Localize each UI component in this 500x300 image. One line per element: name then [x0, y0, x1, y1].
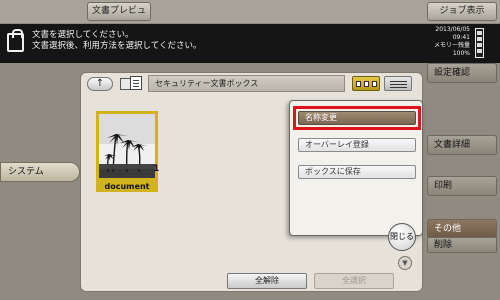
- select-all-button: 全選択: [314, 273, 394, 289]
- message-line-2: 文書選択後、利用方法を選択してください。: [32, 41, 202, 51]
- box-name-field: セキュリティー文書ボックス: [148, 75, 345, 92]
- memory-value: 100%: [452, 50, 470, 57]
- memory-gauge-icon: [475, 28, 484, 58]
- system-tab[interactable]: システム: [0, 162, 80, 182]
- print-button[interactable]: 印刷: [427, 176, 497, 196]
- delete-button[interactable]: 削除: [427, 237, 497, 253]
- scroll-down-icon[interactable]: ▼: [398, 256, 412, 270]
- save-to-box-button[interactable]: ボックスに保存: [298, 165, 416, 179]
- document-details-button[interactable]: 文書詳細: [427, 135, 497, 155]
- document-item[interactable]: document: [96, 111, 158, 192]
- document-name: document: [96, 181, 158, 192]
- other-button[interactable]: その他: [427, 219, 497, 239]
- status-date: 2013/06/05: [435, 26, 470, 33]
- document-preview-tab[interactable]: 文書プレビュー: [87, 2, 151, 33]
- list-view-icon[interactable]: [384, 76, 412, 91]
- thumbnail-view-icon[interactable]: [352, 76, 380, 91]
- palm-trees-image: [99, 114, 155, 178]
- message-bar: 文書を選択してください。 文書選択後、利用方法を選択してください。 2013/0…: [0, 24, 500, 63]
- document-count: 1: [153, 164, 160, 174]
- settings-confirm-button[interactable]: 設定確認: [427, 63, 497, 83]
- overlay-register-button[interactable]: オーバーレイ登録: [298, 138, 416, 152]
- release-all-button[interactable]: 全解除: [227, 273, 307, 289]
- lock-icon: [7, 29, 24, 52]
- top-bar: 文書プレビュー ジョブ表示: [0, 0, 500, 33]
- status-panel: 2013/06/05 09:41 メモリー残量 100%: [425, 26, 470, 58]
- box-documents-icon: [118, 76, 144, 91]
- other-menu-popup: 名称変更 オーバーレイ登録 ボックスに保存 閉じる: [289, 100, 423, 251]
- memory-label: メモリー残量: [433, 42, 470, 49]
- status-time: 09:41: [452, 34, 470, 41]
- up-arrow-icon[interactable]: ↑: [87, 77, 113, 91]
- job-list-tab[interactable]: ジョブ表示: [427, 2, 497, 21]
- close-button[interactable]: 閉じる: [388, 223, 416, 251]
- document-thumbnail[interactable]: [96, 111, 158, 181]
- highlight-frame: [293, 106, 421, 130]
